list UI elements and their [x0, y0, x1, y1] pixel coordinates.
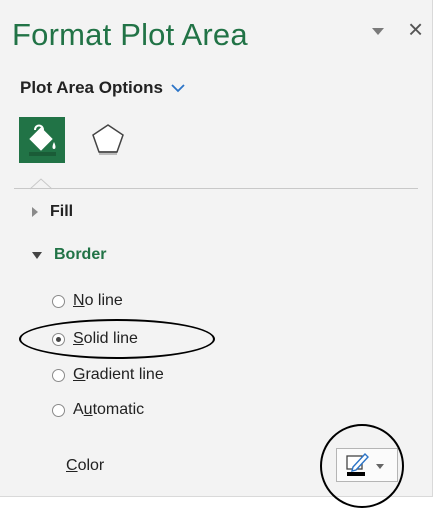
- expand-right-icon: [32, 207, 38, 217]
- chevron-down-icon: [171, 84, 185, 93]
- radio-button[interactable]: [52, 294, 65, 308]
- radio-automatic[interactable]: Automatic: [52, 401, 144, 419]
- radio-label-no-line: No line: [73, 292, 123, 309]
- pane-title: Format Plot Area: [12, 17, 248, 52]
- paint-bucket-icon: [29, 124, 56, 156]
- radio-label-gradient-line: Gradient line: [73, 366, 164, 383]
- radio-solid-line[interactable]: Solid line: [52, 330, 138, 348]
- pen-color-icon: [346, 452, 384, 476]
- radio-gradient-line[interactable]: Gradient line: [52, 366, 164, 384]
- radio-label-solid-line: Solid line: [73, 330, 138, 347]
- options-label: Plot Area Options: [20, 78, 163, 97]
- radio-button-checked[interactable]: [52, 332, 65, 346]
- color-label: Color: [66, 457, 105, 474]
- section-fill-label: Fill: [50, 203, 74, 220]
- divider: [14, 188, 418, 189]
- plot-area-options-menu[interactable]: Plot Area Options: [20, 78, 185, 98]
- radio-button[interactable]: [52, 368, 65, 382]
- tab-effects[interactable]: [86, 118, 130, 162]
- radio-no-line[interactable]: No line: [52, 292, 123, 310]
- format-pane: Format Plot Area × Plot Area Options Fil…: [0, 0, 433, 497]
- radio-label-automatic: Automatic: [73, 401, 145, 418]
- pentagon-icon: [92, 124, 124, 155]
- section-fill-header[interactable]: Fill: [32, 203, 73, 221]
- caret-down-icon[interactable]: [372, 28, 384, 35]
- tab-fill-and-line[interactable]: [19, 117, 65, 163]
- collapse-down-icon: [32, 251, 42, 259]
- section-border-label: Border: [54, 246, 107, 263]
- outline-color-button[interactable]: [336, 448, 398, 482]
- section-border-header[interactable]: Border: [32, 246, 106, 264]
- radio-button[interactable]: [52, 403, 65, 417]
- close-icon[interactable]: ×: [408, 16, 423, 42]
